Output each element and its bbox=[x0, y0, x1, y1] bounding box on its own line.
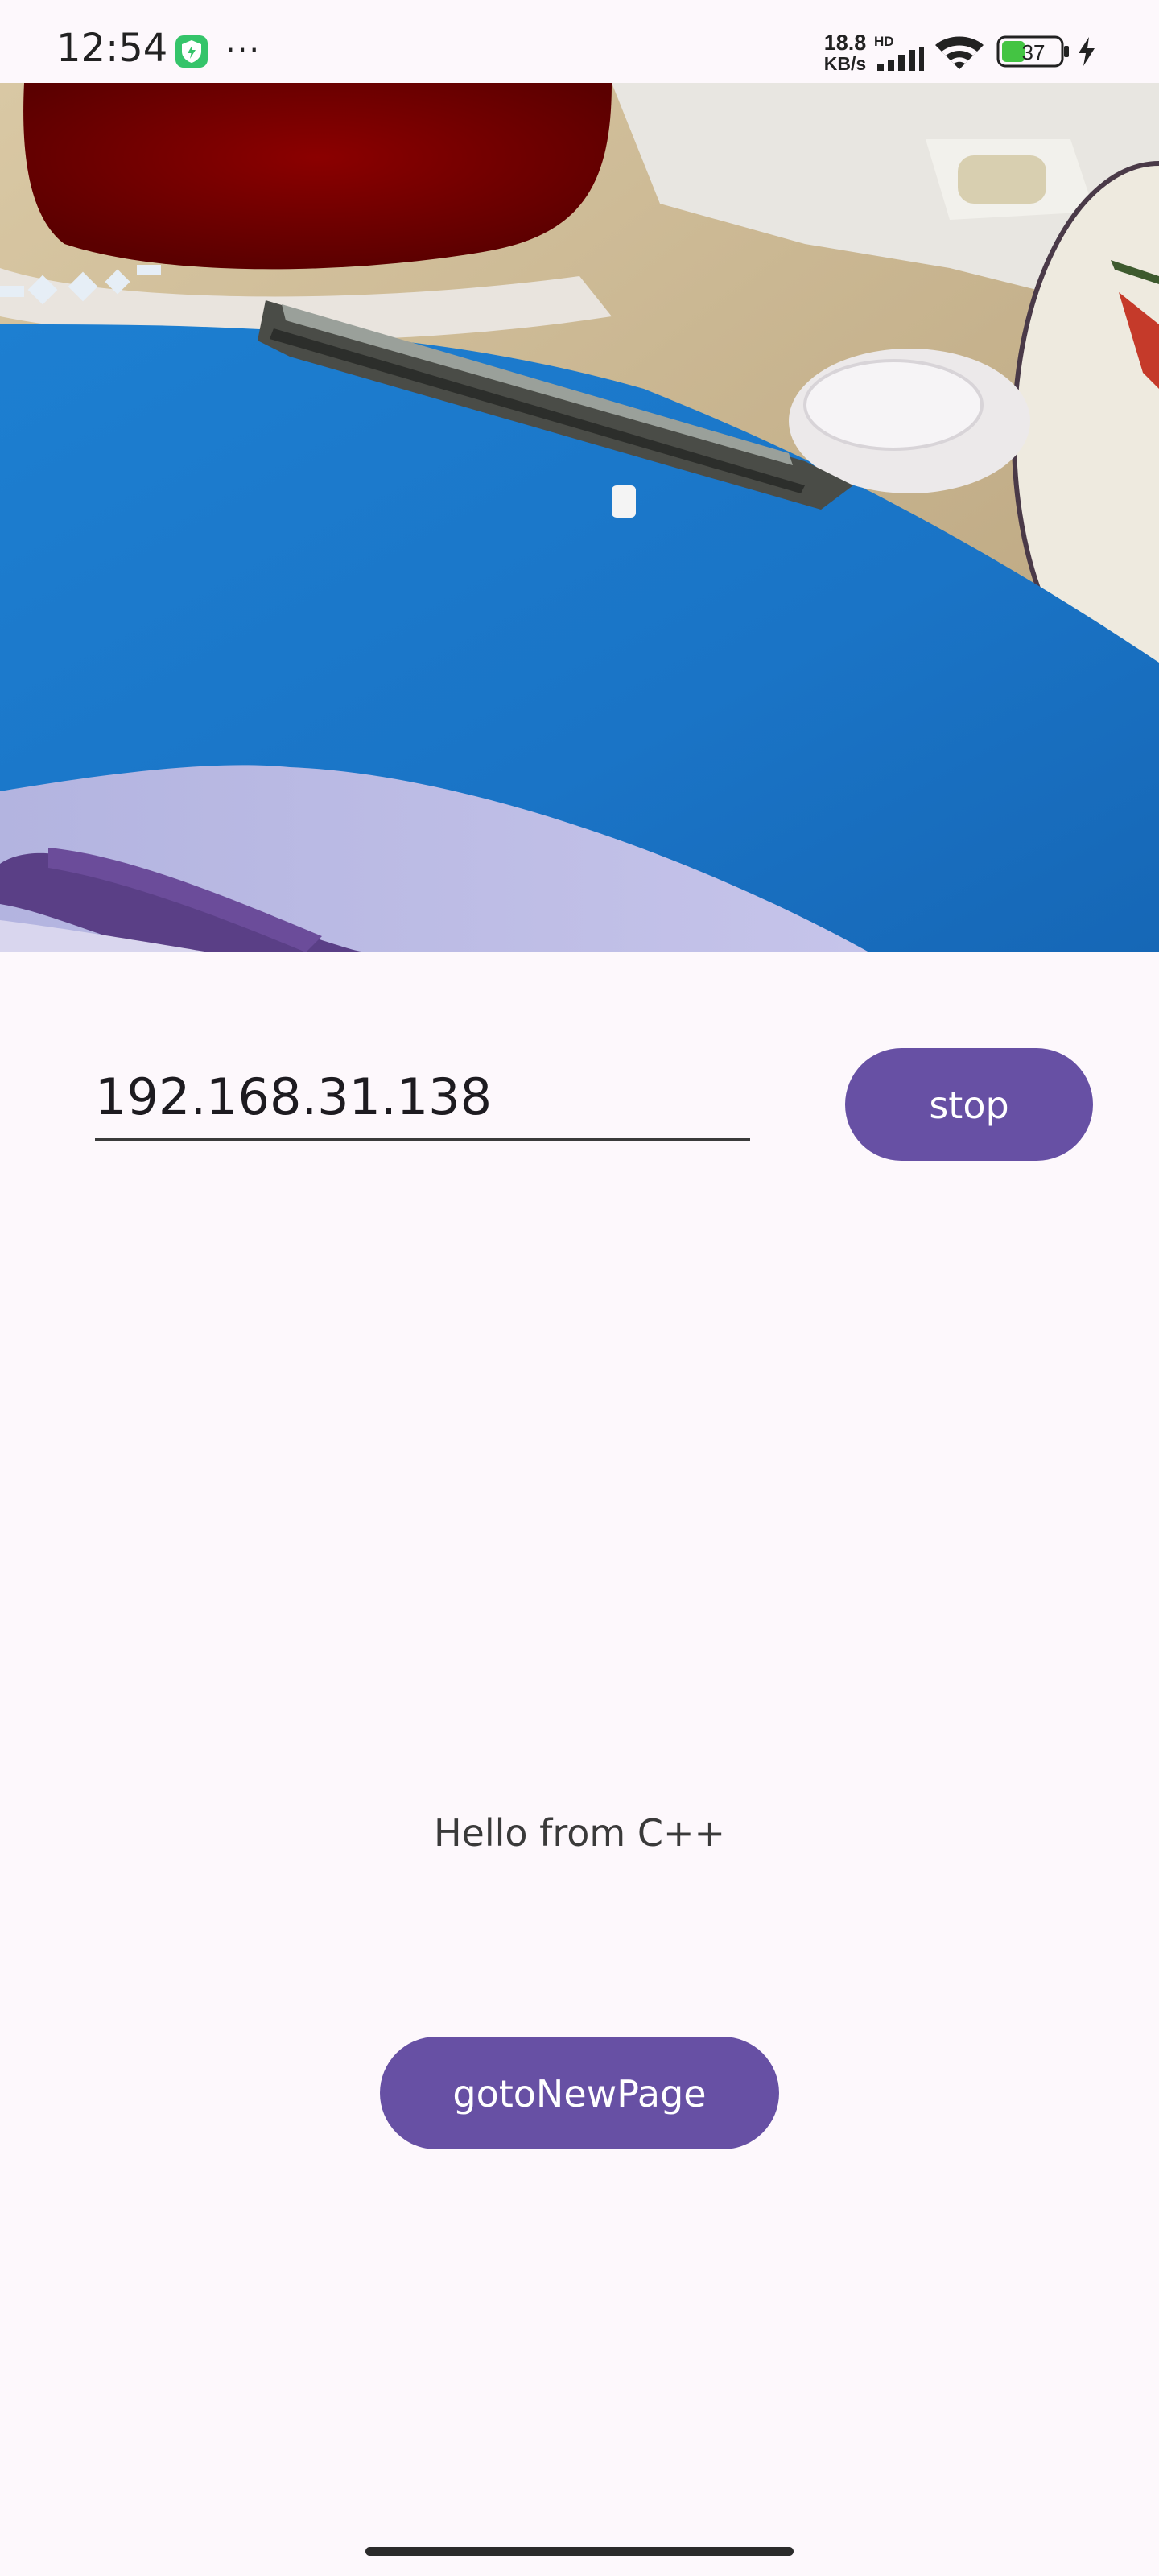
network-speed: 18.8 KB/s bbox=[813, 31, 877, 74]
status-bar: 12:54 ··· 18.8 KB/s HD 37 bbox=[0, 0, 1159, 83]
stop-button[interactable]: stop bbox=[845, 1048, 1093, 1161]
signal-icon bbox=[877, 47, 924, 71]
ip-address-field[interactable] bbox=[95, 1055, 750, 1141]
home-indicator[interactable] bbox=[365, 2547, 794, 2556]
shield-app-icon bbox=[175, 35, 208, 68]
wifi-icon bbox=[935, 36, 984, 69]
more-notifications-icon: ··· bbox=[225, 32, 262, 69]
charging-icon bbox=[1079, 37, 1095, 66]
status-time: 12:54 bbox=[56, 26, 168, 71]
battery-level: 37 bbox=[1021, 40, 1046, 64]
ip-address-input[interactable] bbox=[95, 1063, 750, 1130]
goto-new-page-button[interactable]: gotoNewPage bbox=[380, 2037, 779, 2149]
network-speed-value: 18.8 bbox=[823, 31, 867, 55]
network-speed-unit: KB/s bbox=[823, 53, 867, 74]
camera-preview bbox=[0, 83, 1159, 952]
camera-frame-image bbox=[0, 83, 1159, 952]
hello-text: Hello from C++ bbox=[433, 1811, 726, 1855]
